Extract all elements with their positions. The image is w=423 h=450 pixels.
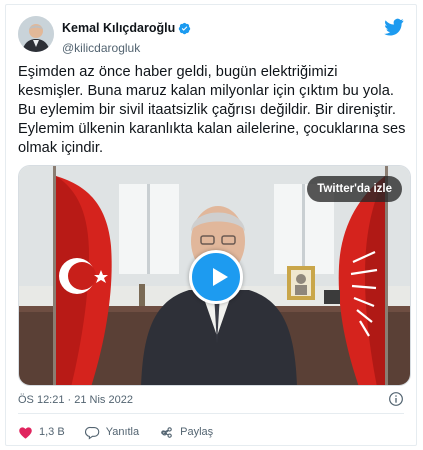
tweet-header: Kemal Kılıçdaroğlu @kilicdarogluk: [18, 16, 404, 58]
play-icon: [213, 268, 228, 286]
avatar[interactable]: [18, 16, 54, 52]
tweet-timestamp-row: ÖS 12:21 · 21 Nis 2022: [18, 394, 133, 406]
share-label: Paylaş: [180, 426, 214, 438]
reply-icon: [84, 426, 99, 440]
tweet-timestamp[interactable]: ÖS 12:21 · 21 Nis 2022: [18, 394, 133, 406]
author-names: Kemal Kılıçdaroğlu @kilicdarogluk: [62, 19, 191, 55]
tweet-text-line: Bu eylemim bir sivil itaatsizlik çağrısı…: [18, 102, 396, 118]
avatar-portrait-icon: [18, 16, 54, 52]
like-count: 1,3 B: [39, 426, 65, 438]
reply-label: Yanıtla: [105, 426, 140, 438]
tweet-actions: 1,3 B Yanıtla Paylaş: [18, 422, 233, 442]
author-display-name-row[interactable]: Kemal Kılıçdaroğlu: [62, 21, 191, 35]
tweet-text-line: kesmişler. Buna maruz kalan milyonlar iç…: [18, 83, 394, 99]
divider: [18, 413, 404, 414]
info-icon[interactable]: [388, 391, 404, 407]
video-player[interactable]: Twitter'da izle: [18, 165, 411, 386]
tweet-text-line: olmak içindir.: [18, 140, 104, 156]
share-button[interactable]: Paylaş: [159, 425, 213, 440]
like-button[interactable]: 1,3 B: [18, 425, 65, 440]
reply-button[interactable]: Yanıtla: [84, 425, 140, 440]
tweet-embed-card: Kemal Kılıçdaroğlu @kilicdarogluk Eşimde…: [5, 4, 417, 446]
author-display-name[interactable]: Kemal Kılıçdaroğlu: [62, 21, 175, 35]
tweet-text: Eşimden az önce haber geldi, bugün elekt…: [18, 63, 410, 158]
tweet-text-line: Eşimden az önce haber geldi, bugün elekt…: [18, 64, 338, 80]
tweet-text-line: Eylemim ülkenin karanlıkta kalan aileler…: [18, 121, 406, 137]
watch-on-twitter-button[interactable]: Twitter'da izle: [307, 176, 402, 202]
play-button[interactable]: [189, 250, 243, 304]
twitter-bird-icon[interactable]: [384, 18, 404, 36]
share-icon: [161, 426, 172, 438]
heart-icon: [19, 426, 32, 438]
verified-badge-icon: [179, 22, 191, 34]
author-handle[interactable]: @kilicdarogluk: [62, 41, 191, 55]
